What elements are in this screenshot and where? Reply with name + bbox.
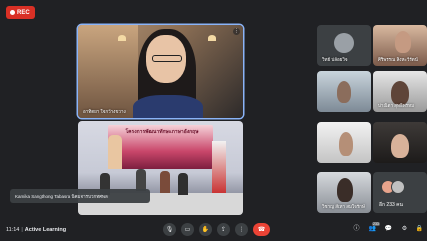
camera-icon[interactable]: ▭ [181, 223, 194, 236]
speaker-glasses [152, 55, 182, 62]
participant-tile[interactable]: วิชาญ สีเทา สมใจรักษ์ [317, 172, 371, 213]
main-speaker-tile[interactable]: ⋮ อาทิตยา ใจกว้างขวาง [78, 25, 243, 118]
attendee-figure [178, 173, 188, 195]
record-dot-icon [10, 10, 15, 15]
chat-icon[interactable]: 💬 [384, 225, 393, 234]
participant-video [337, 81, 351, 103]
participant-name: ศิริพรรณ สิงหะวีรัตน์ [378, 57, 418, 62]
participant-video [339, 132, 353, 156]
participant-tile[interactable]: วิทย์ ปล้อยวิจ [317, 25, 371, 66]
rollup-banner [212, 141, 226, 196]
more-options-icon[interactable]: ⋮ [233, 28, 240, 35]
attendee-figure [136, 169, 146, 191]
people-icon[interactable]: 👥 233 [368, 222, 380, 234]
participant-name: วิทย์ ปล้อยวิจ [322, 57, 348, 62]
recording-badge: REC [6, 6, 35, 19]
participant-tile[interactable] [373, 122, 427, 163]
present-screen-icon[interactable]: ⇪ [217, 223, 230, 236]
participant-tile[interactable]: ศิริพรรณ สิงหะวีรัตน์ [373, 25, 427, 66]
meeting-name: Active Learning [24, 227, 67, 233]
participant-tile[interactable]: ปาณิตา สุทธิพรหม [373, 71, 427, 112]
raise-hand-icon[interactable]: ✋ [199, 223, 212, 236]
banner-text: โครงการพัฒนาทักษะภาษาอังกฤษ [125, 129, 199, 135]
avatar [334, 33, 354, 53]
meeting-toolbar: 11:14 | Active Learning 🎙 ▭ ✋ ⇪ ⋮ ☎ ⓘ 👥 23… [0, 220, 427, 241]
participant-tile[interactable] [317, 71, 371, 112]
more-participants-tile[interactable]: อีก 233 คน [373, 172, 427, 213]
caption-bar: Kamika Sangthong Tabasra นิคมจารบวกทศพล [10, 189, 150, 203]
participant-name: ปาณิตา สุทธิพรหม [378, 103, 415, 108]
more-options-icon[interactable]: ⋮ [235, 223, 248, 236]
banner-temple-graphic [108, 135, 122, 169]
participant-video [395, 31, 411, 53]
participant-video [337, 178, 353, 202]
lamp-decor [118, 35, 126, 41]
attendee-figure [160, 171, 170, 193]
mic-icon[interactable]: 🎙 [163, 223, 176, 236]
participant-video [391, 134, 409, 158]
participant-name: อาทิตยา ใจกว้างขวาง [83, 109, 126, 114]
end-call-button[interactable]: ☎ [253, 223, 270, 236]
more-participants-label: อีก 233 คน [379, 202, 403, 208]
meeting-info: 11:14 | Active Learning [6, 227, 67, 233]
participants-count-badge: 233 [372, 222, 380, 226]
info-icon[interactable]: ⓘ [352, 225, 361, 234]
host-controls-icon[interactable]: 🔒 [415, 225, 424, 234]
participant-name: วิชาญ สีเทา สมใจรักษ์ [322, 204, 365, 209]
activities-icon[interactable]: ⚙ [400, 225, 409, 234]
speaker-shirt [133, 95, 203, 118]
recording-label: REC [17, 9, 30, 16]
participant-avatar-stack [381, 180, 405, 194]
participant-tile[interactable] [317, 122, 371, 163]
background-shelf [78, 25, 138, 118]
lamp-decor [208, 35, 216, 41]
clock-time: 11:14 [6, 227, 20, 233]
